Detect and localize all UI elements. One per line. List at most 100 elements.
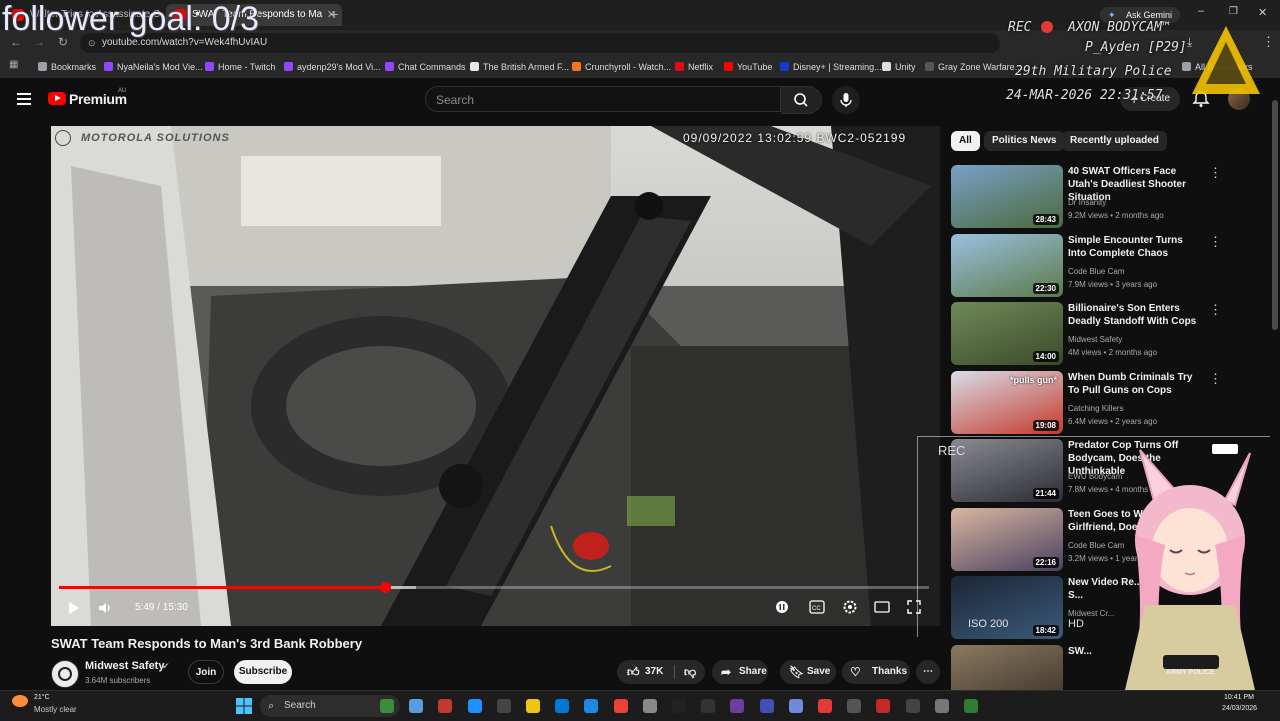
chip-politics-news[interactable]: Politics News xyxy=(984,131,1065,151)
notepad-icon[interactable] xyxy=(672,699,686,713)
chrome-icon[interactable] xyxy=(613,699,628,713)
volume-icon[interactable] xyxy=(97,600,113,616)
video-player[interactable]: MOTOROLA SOLUTIONS 09/09/2022 13:02:59 B… xyxy=(51,126,940,626)
settings-icon[interactable] xyxy=(847,699,862,713)
recommendation-title[interactable]: When Dumb Criminals Try To Pull Guns on … xyxy=(1068,371,1203,397)
recommendation-title[interactable]: Billionaire's Son Enters Deadly Standoff… xyxy=(1068,302,1203,328)
recommendation-item[interactable]: 14:00 Billionaire's Son Enters Deadly Sta… xyxy=(951,302,1271,366)
streamlabs-icon[interactable] xyxy=(905,699,920,713)
discord-icon[interactable] xyxy=(788,699,803,713)
more-options-icon[interactable]: ⋮ xyxy=(1209,234,1222,250)
video-frame xyxy=(51,126,940,626)
recorder-icon[interactable] xyxy=(876,699,891,713)
recommendation-channel[interactable]: Dr Insanity xyxy=(1068,198,1106,207)
bookmark-item[interactable]: aydenp29's Mod Vi... xyxy=(284,59,381,75)
join-button[interactable]: Join xyxy=(188,660,224,684)
follower-goal-overlay: follower goal: 0/3 xyxy=(2,0,260,38)
subscriber-count: 3.64M subscribers xyxy=(85,676,151,685)
obs-icon[interactable] xyxy=(730,699,745,713)
terminal-icon[interactable] xyxy=(642,699,657,713)
hamburger-menu-icon[interactable] xyxy=(17,93,31,105)
play-icon[interactable] xyxy=(65,600,81,616)
recommendation-meta: 9.2M views • 2 months ago xyxy=(1068,211,1164,220)
browser-menu-icon[interactable]: ⋮ xyxy=(1262,34,1275,50)
search-button[interactable] xyxy=(781,86,822,114)
more-options-icon[interactable]: ⋮ xyxy=(1209,165,1222,181)
recommendation-title[interactable]: Simple Encounter Turns Into Complete Cha… xyxy=(1068,234,1203,260)
like-button[interactable]: 👍︎ 37K xyxy=(617,660,673,684)
autoplay-toggle-icon[interactable] xyxy=(775,600,789,614)
share-button[interactable]: ➦ Share xyxy=(712,660,768,684)
progress-bar[interactable] xyxy=(59,582,929,593)
weather-icon[interactable] xyxy=(12,695,28,707)
teams-icon[interactable] xyxy=(759,699,774,713)
app-icon[interactable] xyxy=(934,699,949,713)
chip-recently-uploaded[interactable]: Recently uploaded xyxy=(1062,131,1167,151)
youtube-logo-icon[interactable] xyxy=(48,92,66,105)
settings-gear-icon[interactable] xyxy=(842,599,858,615)
subscribe-button[interactable]: Subscribe xyxy=(234,660,292,684)
chip-all[interactable]: All xyxy=(951,131,980,151)
more-options-icon[interactable]: ⋮ xyxy=(1209,371,1222,387)
captions-icon[interactable]: CC xyxy=(809,600,825,614)
outlook-icon[interactable] xyxy=(555,699,570,713)
recommendation-meta: 4M views • 2 months ago xyxy=(1068,348,1158,357)
bookmark-item[interactable]: The British Armed F... xyxy=(470,59,569,75)
channel-avatar[interactable] xyxy=(51,660,79,688)
folder-icon[interactable] xyxy=(526,699,540,713)
app-icon[interactable] xyxy=(818,699,832,713)
page-scrollbar[interactable] xyxy=(1272,100,1278,330)
new-tab-icon[interactable]: + xyxy=(330,6,338,22)
recommendation-item[interactable]: 28:43 40 SWAT Officers Face Utah's Deadli… xyxy=(951,165,1271,229)
vscode-icon[interactable] xyxy=(701,699,716,713)
chip-label: Recently uploaded xyxy=(1070,135,1159,146)
bookmark-item[interactable]: Netflix xyxy=(675,59,713,75)
thanks-button[interactable]: ♡ Thanks xyxy=(842,660,910,684)
copilot-icon[interactable] xyxy=(409,699,424,713)
maximize-icon[interactable]: ❐ xyxy=(1229,6,1238,17)
search-input[interactable]: Search xyxy=(425,86,781,112)
more-actions-button[interactable]: ⋯ xyxy=(916,660,940,684)
weather-temp: 21°C xyxy=(34,694,50,701)
bookmark-item[interactable]: Unity xyxy=(882,59,916,75)
minimize-icon[interactable]: – xyxy=(1198,5,1204,17)
windows-start-icon[interactable] xyxy=(236,698,252,714)
edge-icon[interactable] xyxy=(584,699,599,713)
file-explorer-icon[interactable] xyxy=(380,699,394,713)
bookmark-item[interactable]: Disney+ | Streaming... xyxy=(780,59,882,75)
dislike-button[interactable]: 👎︎ xyxy=(679,660,703,684)
like-dislike-group: 👍︎ 37K 👎︎ xyxy=(617,660,705,684)
theater-mode-icon[interactable] xyxy=(874,600,890,614)
apps-grid-icon[interactable]: ▦ xyxy=(9,59,18,70)
voice-search-button[interactable] xyxy=(832,86,860,114)
game-icon[interactable] xyxy=(438,699,453,713)
video-thumbnail[interactable]: *pulls gun* 19:08 xyxy=(951,370,1063,434)
recommendation-channel[interactable]: Midwest Safety xyxy=(1068,335,1122,344)
bookmark-item[interactable]: NyaNeila's Mod Vie... xyxy=(104,59,203,75)
channel-name[interactable]: Midwest Safety xyxy=(85,660,164,672)
close-window-icon[interactable]: ✕ xyxy=(1258,6,1267,19)
recommendation-channel[interactable]: Catching Killers xyxy=(1068,404,1124,413)
recommendation-item[interactable]: 22:30 Simple Encounter Turns Into Complet… xyxy=(951,233,1271,298)
bookmark-item[interactable]: Bookmarks xyxy=(38,59,96,75)
snipping-tool-icon[interactable] xyxy=(467,699,482,713)
windows-taskbar: 21°C Mostly clear ⌕ Search 10:41 PM 24/0… xyxy=(0,690,1280,721)
bookmark-item[interactable]: Chat Commands xyxy=(385,59,466,75)
bodycam-hud-overlay: REC AXON BODYCAM™ P_Ayden [P29] 29th Mil… xyxy=(1005,18,1190,108)
recommendation-channel[interactable]: Code Blue Cam xyxy=(1068,267,1124,276)
more-options-icon[interactable]: ⋮ xyxy=(1209,302,1222,318)
taskbar-search[interactable]: ⌕ Search xyxy=(260,695,400,717)
app-icon[interactable] xyxy=(964,699,978,713)
bookmark-item[interactable]: YouTube xyxy=(724,59,772,75)
recommendation-item[interactable]: *pulls gun* 19:08 When Dumb Criminals Try … xyxy=(951,370,1271,435)
video-thumbnail[interactable]: 28:43 xyxy=(951,165,1063,228)
chatgpt-icon[interactable] xyxy=(496,699,511,713)
recommendation-meta: 7.9M views • 3 years ago xyxy=(1068,279,1158,289)
video-thumbnail[interactable]: 14:00 xyxy=(951,302,1063,365)
video-thumbnail[interactable]: 22:30 xyxy=(951,233,1063,297)
save-button[interactable]: 🔖︎ Save xyxy=(780,660,836,684)
bookmark-favicon-icon xyxy=(572,62,581,71)
bookmark-item[interactable]: Crunchyroll - Watch... xyxy=(572,59,671,75)
bookmark-item[interactable]: Home - Twitch xyxy=(205,59,275,75)
hd-label: HD xyxy=(1068,618,1084,630)
